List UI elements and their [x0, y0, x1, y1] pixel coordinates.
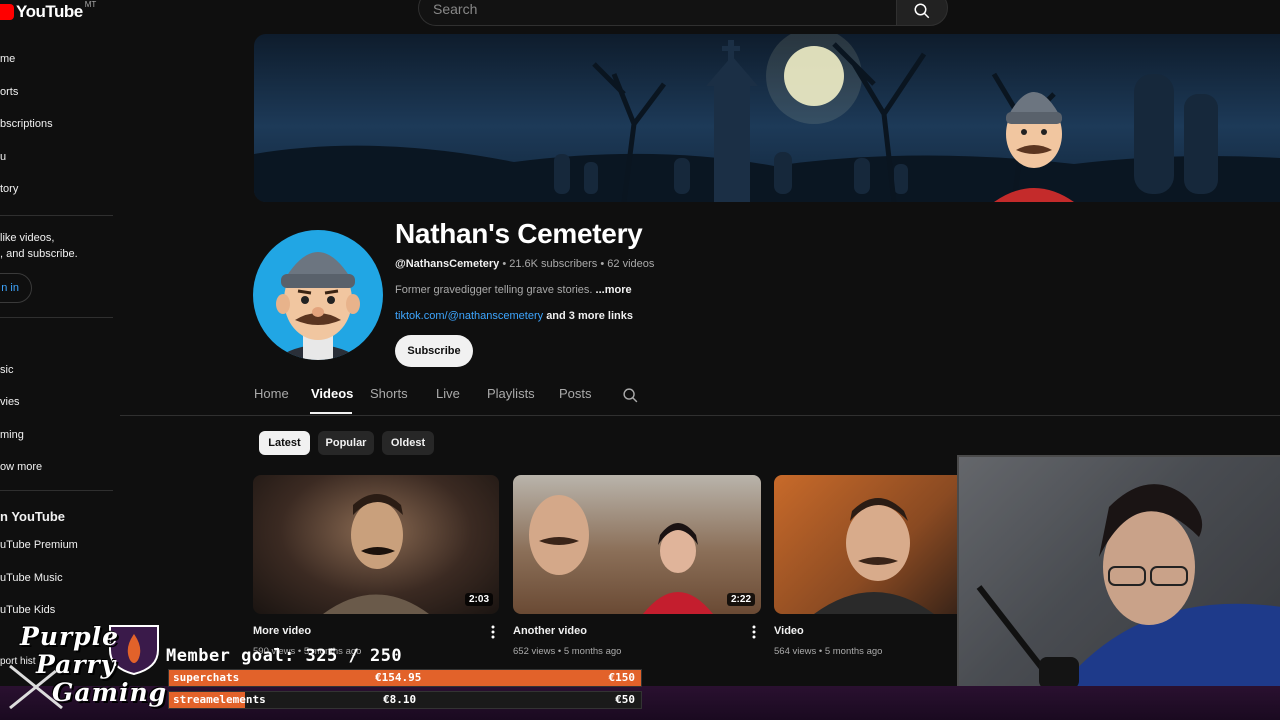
- search-button[interactable]: [896, 0, 948, 26]
- chip-latest-label: Latest: [268, 437, 301, 449]
- chip-oldest-label: Oldest: [390, 437, 426, 449]
- video-title[interactable]: More video: [253, 625, 311, 637]
- more-actions-icon[interactable]: [751, 625, 757, 639]
- youtube-play-icon: [0, 4, 14, 20]
- sidebar-item-subscriptions[interactable]: bscriptions: [0, 118, 53, 130]
- sidebar: me orts bscriptions u tory like videos, …: [0, 40, 113, 720]
- video-thumbnail[interactable]: 2:22: [513, 475, 761, 614]
- channel-search-icon[interactable]: [622, 387, 639, 404]
- subscriber-count: 21.6K subscribers: [509, 258, 598, 270]
- channel-meta: @NathansCemetery • 21.6K subscribers • 6…: [395, 258, 654, 270]
- video-duration: 2:22: [726, 593, 755, 606]
- sidebar-item-youtube-music[interactable]: uTube Music: [0, 572, 63, 584]
- sidebar-item-you[interactable]: u: [0, 151, 6, 163]
- superchats-goal-bar: superchats €154.95 €150: [168, 669, 642, 687]
- goal-label: superchats: [173, 671, 240, 684]
- tab-playlists[interactable]: Playlists: [487, 386, 535, 401]
- channel-name: Nathan's Cemetery: [395, 218, 643, 249]
- search-icon: [914, 3, 930, 19]
- sidebar-item-show-more[interactable]: ow more: [0, 461, 42, 473]
- more-from-youtube-heading: n YouTube: [0, 509, 65, 524]
- more-actions-icon[interactable]: [490, 625, 496, 639]
- sidebar-item-movies[interactable]: vies: [0, 396, 20, 408]
- chip-oldest[interactable]: Oldest: [382, 431, 434, 455]
- video-thumbnail[interactable]: 2:03: [253, 475, 499, 614]
- thumbnail-image: [323, 494, 429, 614]
- channel-avatar[interactable]: [253, 230, 383, 360]
- signin-note: like videos,: [0, 232, 55, 244]
- video-meta: 564 views • 5 months ago: [774, 646, 883, 657]
- video-title[interactable]: Video: [774, 625, 804, 637]
- tab-live[interactable]: Live: [436, 386, 460, 401]
- tabs-divider: [120, 415, 1280, 416]
- thumbnail-image: [814, 498, 934, 614]
- search-placeholder: Search: [433, 1, 478, 17]
- sidebar-item-history[interactable]: tory: [0, 183, 18, 195]
- more-links-button[interactable]: and 3 more links: [546, 310, 633, 322]
- sidebar-item-gaming[interactable]: ming: [0, 429, 24, 441]
- goal-current: €8.10: [383, 693, 417, 706]
- tab-posts[interactable]: Posts: [559, 386, 592, 401]
- streamer-webcam: [957, 455, 1280, 687]
- goal-target: €50: [615, 693, 635, 706]
- brand-line-3: Gaming: [52, 678, 168, 707]
- search-input[interactable]: Search: [418, 0, 896, 26]
- purple-parry-gaming-logo: Purple Parry Gaming: [6, 622, 168, 714]
- tab-videos[interactable]: Videos: [311, 386, 353, 401]
- chip-latest[interactable]: Latest: [259, 431, 310, 455]
- tab-shorts[interactable]: Shorts: [370, 386, 408, 401]
- sidebar-divider: [0, 490, 113, 491]
- video-meta: 652 views • 5 months ago: [513, 646, 622, 657]
- sidebar-divider: [0, 215, 113, 216]
- youtube-wordmark: YouTube: [16, 2, 83, 21]
- signin-note-2: , and subscribe.: [0, 248, 78, 260]
- brand-line-2: Parry: [36, 650, 117, 679]
- youtube-logo[interactable]: YouTube MT: [0, 0, 96, 24]
- sidebar-item-youtube-premium[interactable]: uTube Premium: [0, 539, 78, 551]
- chip-popular-label: Popular: [325, 437, 367, 449]
- video-thumbnail[interactable]: [774, 475, 957, 614]
- sidebar-divider: [0, 317, 113, 318]
- member-goal: Member goal: 325 / 250: [166, 646, 403, 666]
- tiktok-link[interactable]: tiktok.com/@nathanscemetery: [395, 310, 543, 322]
- goal-target: €150: [608, 671, 636, 684]
- thumbnail-image: [529, 495, 713, 614]
- channel-handle: @NathansCemetery: [395, 258, 500, 270]
- sidebar-item-music[interactable]: sic: [0, 364, 13, 376]
- sidebar-item-youtube-kids[interactable]: uTube Kids: [0, 604, 55, 616]
- sidebar-item-shorts[interactable]: orts: [0, 86, 18, 98]
- active-tab-indicator: [310, 412, 352, 414]
- subscribe-button[interactable]: Subscribe: [395, 335, 473, 367]
- video-title[interactable]: Another video: [513, 625, 587, 637]
- webcam-feed: [959, 457, 1280, 687]
- avatar-illustration: [273, 252, 363, 360]
- region-code: MT: [84, 0, 97, 9]
- sidebar-item-home[interactable]: me: [0, 53, 15, 65]
- chip-popular[interactable]: Popular: [318, 431, 374, 455]
- description-more-link[interactable]: ...more: [596, 284, 632, 296]
- sign-in-label: n in: [1, 282, 19, 294]
- video-duration: 2:03: [464, 593, 493, 606]
- channel-banner: [254, 34, 1280, 202]
- subscribe-label: Subscribe: [407, 345, 461, 357]
- description-text: Former gravedigger telling grave stories…: [395, 284, 593, 296]
- streamelements-goal-bar: streamelements €8.10 €50: [168, 691, 642, 709]
- brand-line-1: Purple: [20, 622, 120, 651]
- sign-in-button[interactable]: n in: [0, 273, 32, 303]
- goal-current: €154.95: [375, 671, 422, 684]
- channel-links: tiktok.com/@nathanscemetery and 3 more l…: [395, 310, 633, 322]
- tab-home[interactable]: Home: [254, 386, 289, 401]
- banner-artwork: [254, 34, 1280, 202]
- goal-label: streamelements: [173, 693, 266, 706]
- video-count: 62 videos: [607, 258, 655, 270]
- channel-description[interactable]: Former gravedigger telling grave stories…: [395, 284, 632, 296]
